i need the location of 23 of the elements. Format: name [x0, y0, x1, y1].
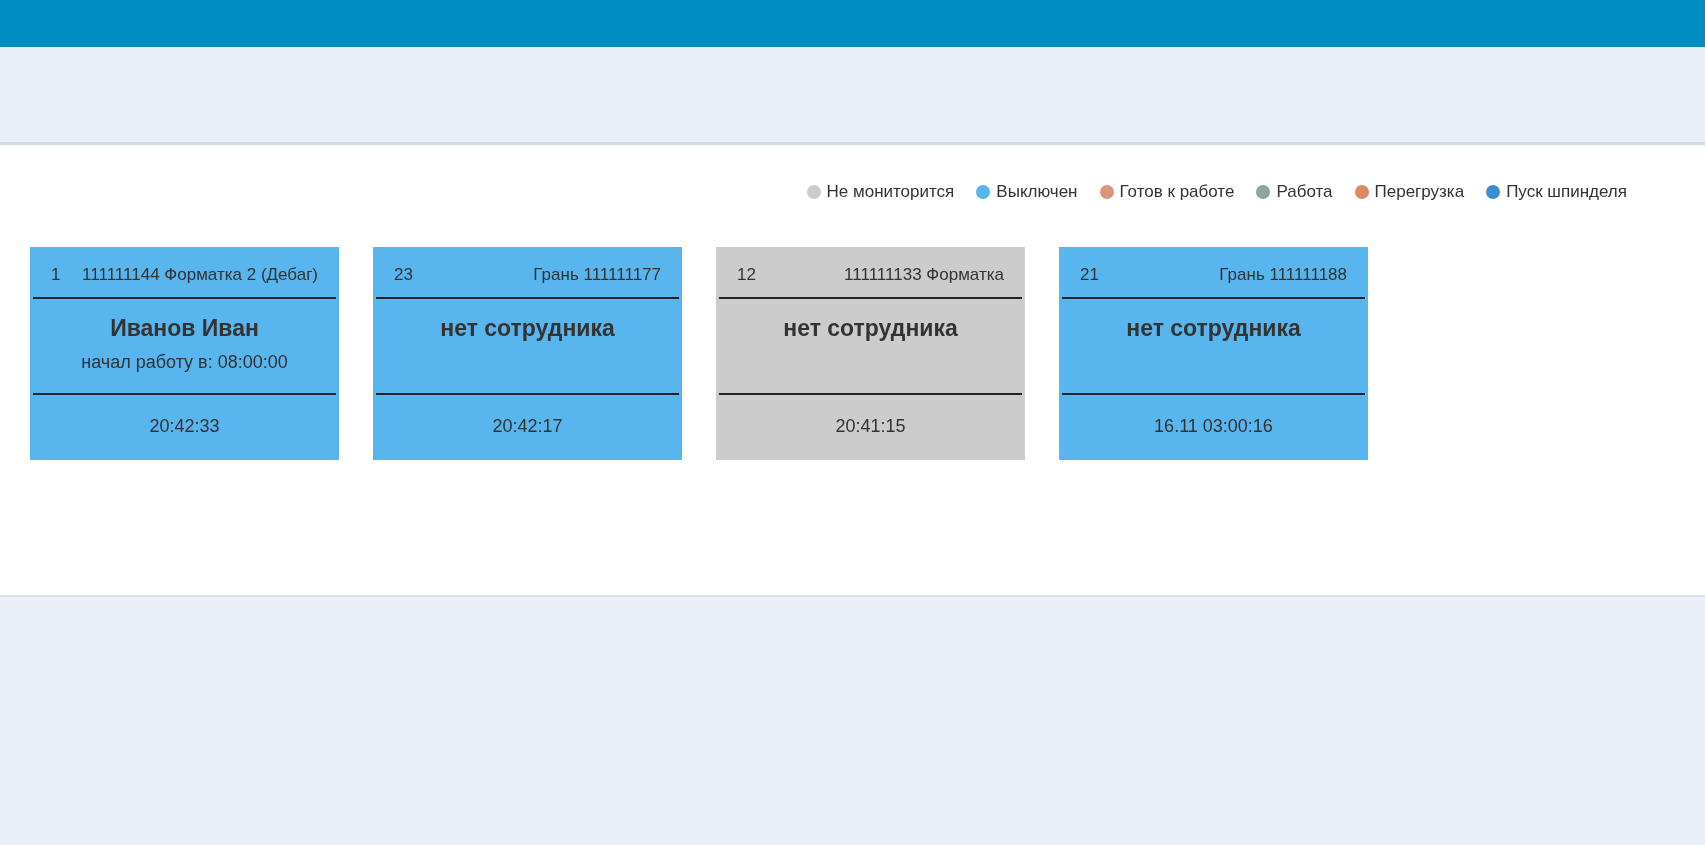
employee-name: нет сотрудника	[1126, 313, 1301, 343]
legend-label: Готов к работе	[1119, 181, 1235, 203]
legend-label: Выключен	[996, 181, 1078, 203]
legend-label: Перегрузка	[1374, 181, 1465, 203]
legend-label: Пуск шпинделя	[1506, 181, 1627, 203]
employee-name: нет сотрудника	[440, 313, 615, 343]
machine-name: 111111144 Форматка 2 (Дебаг)	[82, 263, 318, 286]
machine-name: Грань 111111177	[533, 263, 661, 286]
machine-number: 23	[394, 263, 413, 286]
machine-name: 111111133 Форматка	[844, 263, 1004, 286]
machine-number: 1	[51, 263, 61, 286]
machine-time: 20:42:33	[149, 414, 220, 438]
start-time: начал работу в: 08:00:00	[81, 351, 288, 374]
machine-time: 20:42:17	[492, 414, 563, 438]
legend-label: Не мониторится	[826, 181, 955, 203]
employee-name: Иванов Иван	[110, 313, 259, 343]
machine-name: Грань 111111188	[1219, 263, 1347, 286]
machine-number: 12	[737, 263, 756, 286]
machine-number: 21	[1080, 263, 1099, 286]
legend-label: Работа	[1276, 181, 1333, 203]
machine-time: 20:41:15	[835, 414, 906, 438]
employee-name: нет сотрудника	[783, 313, 958, 343]
machine-time: 16.11 03:00:16	[1154, 414, 1273, 438]
